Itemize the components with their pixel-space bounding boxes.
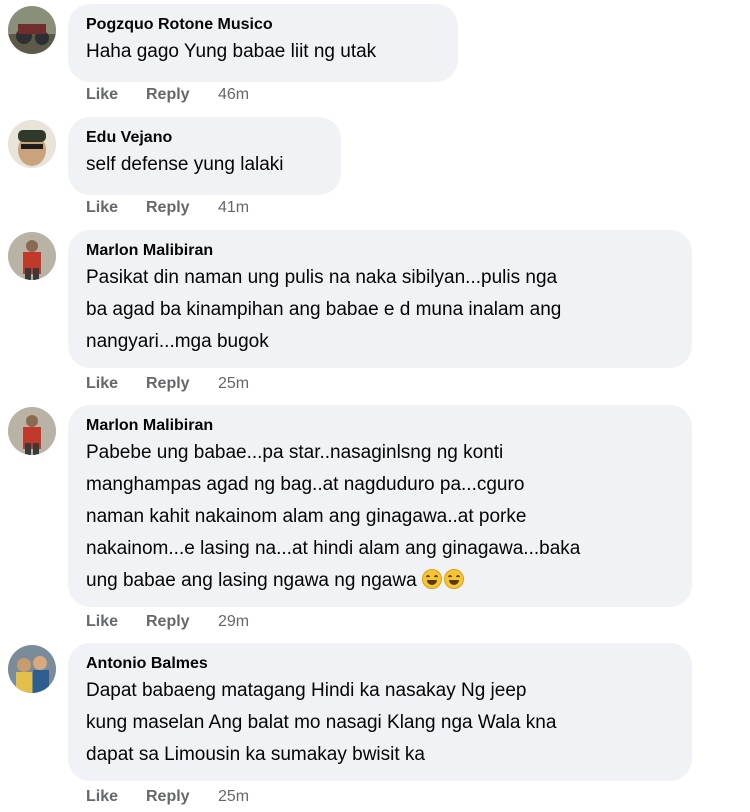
comment-text-line: naman kahit nakainom alam ang ginagawa..… [86, 506, 527, 527]
comment-text-line: self defense yung lalaki [86, 154, 284, 175]
comment-text-line: nakainom...e lasing na...at hindi alam a… [86, 538, 581, 559]
comment-author[interactable]: Antonio Balmes [86, 653, 674, 675]
user-photo-icon [8, 232, 56, 280]
comment-timestamp[interactable]: 29m [218, 612, 249, 632]
comment-text-line: ung babae ang lasing ngawa ng ngawa [86, 570, 417, 591]
avatar[interactable] [8, 6, 56, 54]
comments-feed: Pogzquo Rotone Musico Haha gago Yung bab… [0, 0, 750, 812]
comment-actions: Like Reply 46m [86, 85, 249, 105]
like-button[interactable]: Like [86, 198, 146, 218]
comment-bubble: Marlon Malibiran Pabebe ung babae...pa s… [68, 405, 692, 607]
comment-text-line: Haha gago Yung babae liit ng utak [86, 41, 377, 62]
comment-author[interactable]: Marlon Malibiran [86, 240, 674, 262]
comment-author[interactable]: Edu Vejano [86, 127, 323, 149]
comment-text-line: kung maselan Ang balat mo nasagi Klang n… [86, 712, 557, 733]
comment-actions: Like Reply 41m [86, 198, 249, 218]
comment-bubble: Edu Vejano self defense yung lalaki [68, 117, 341, 195]
reply-button[interactable]: Reply [146, 85, 218, 105]
comment-text-line: Dapat babaeng matagang Hindi ka nasakay … [86, 680, 527, 701]
comment-actions: Like Reply 25m [86, 787, 249, 807]
comment-timestamp[interactable]: 25m [218, 374, 249, 394]
comment-actions: Like Reply 25m [86, 374, 249, 394]
rolling-laughing-emoji-icon [443, 569, 464, 589]
like-button[interactable]: Like [86, 787, 146, 807]
user-photo-icon [8, 120, 56, 168]
comment-author[interactable]: Pogzquo Rotone Musico [86, 14, 440, 36]
reply-button[interactable]: Reply [146, 198, 218, 218]
comment-text-line: manghampas agad ng bag..at nagduduro pa.… [86, 474, 525, 495]
avatar[interactable] [8, 645, 56, 693]
user-photo-icon [8, 407, 56, 455]
comment-actions: Like Reply 29m [86, 612, 249, 632]
reply-button[interactable]: Reply [146, 612, 218, 632]
comment-bubble: Antonio Balmes Dapat babaeng matagang Hi… [68, 643, 692, 781]
comment-timestamp[interactable]: 41m [218, 198, 249, 218]
user-photo-icon [8, 6, 56, 54]
avatar[interactable] [8, 120, 56, 168]
reply-button[interactable]: Reply [146, 787, 218, 807]
rolling-laughing-emoji-icon [421, 569, 442, 589]
like-button[interactable]: Like [86, 612, 146, 632]
comment-text-line: Pasikat din naman ung pulis na naka sibi… [86, 267, 558, 288]
avatar[interactable] [8, 407, 56, 455]
comment-bubble: Marlon Malibiran Pasikat din naman ung p… [68, 230, 692, 368]
comment-timestamp[interactable]: 25m [218, 787, 249, 807]
like-button[interactable]: Like [86, 85, 146, 105]
reply-button[interactable]: Reply [146, 374, 218, 394]
comment-bubble: Pogzquo Rotone Musico Haha gago Yung bab… [68, 4, 458, 82]
comment-text-line: ba agad ba kinampihan ang babae e d muna… [86, 299, 562, 320]
comment-text-line: Pabebe ung babae...pa star..nasaginlsng … [86, 442, 504, 463]
comment-timestamp[interactable]: 46m [218, 85, 249, 105]
comment-text-last-line: ung babae ang lasing ngawa ng ngawa [86, 565, 674, 597]
avatar[interactable] [8, 232, 56, 280]
comment-text-line: dapat sa Limousin ka sumakay bwisit ka [86, 744, 425, 765]
comment-text-line: nangyari...mga bugok [86, 331, 269, 352]
like-button[interactable]: Like [86, 374, 146, 394]
user-photo-icon [8, 645, 56, 693]
comment-author[interactable]: Marlon Malibiran [86, 415, 674, 437]
